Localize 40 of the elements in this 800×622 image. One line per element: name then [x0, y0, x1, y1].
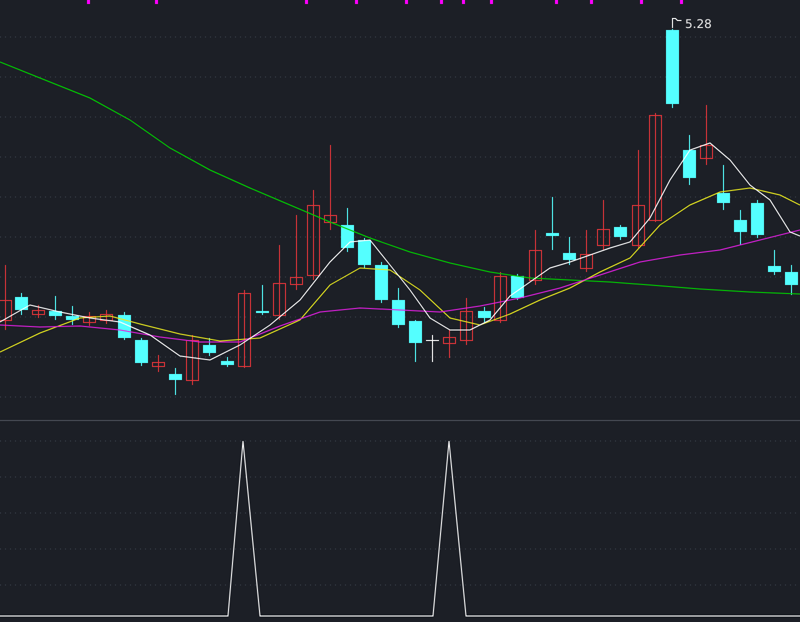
candlestick	[768, 250, 781, 276]
candlestick	[460, 298, 473, 346]
candlestick	[494, 272, 507, 324]
candlestick	[478, 306, 491, 322]
candlestick	[0, 264, 12, 330]
candlestick	[135, 338, 148, 366]
candlestick	[341, 208, 354, 252]
candlestick	[511, 274, 524, 300]
candlestick	[597, 200, 610, 250]
candlestick	[375, 262, 388, 304]
candlestick	[15, 292, 28, 316]
candlestick	[66, 306, 79, 326]
candlestick	[409, 320, 422, 362]
candlestick	[169, 368, 182, 396]
candlestick	[734, 210, 747, 246]
candlestick	[546, 196, 559, 250]
candlestick	[614, 224, 627, 240]
candlestick	[443, 330, 456, 358]
candlestick	[426, 334, 439, 362]
candlestick	[100, 310, 113, 324]
candlestick	[785, 264, 798, 296]
candlestick	[751, 200, 764, 238]
candlestick	[529, 230, 542, 286]
candlestick	[152, 354, 165, 372]
candlestick	[256, 284, 269, 316]
candlestick	[580, 230, 593, 272]
candlestick	[83, 312, 96, 326]
candlestick	[683, 134, 696, 186]
candlestick	[358, 238, 371, 268]
candlestick	[563, 236, 576, 266]
price-label: 5.28	[685, 17, 712, 31]
candlestick	[392, 288, 405, 328]
candlestick	[203, 338, 216, 356]
candlestick	[49, 296, 62, 320]
flag-icon	[672, 18, 682, 28]
candlestick	[32, 304, 45, 318]
candlestick	[700, 104, 713, 166]
candlestick	[186, 334, 199, 386]
candlestick	[717, 164, 730, 210]
candlestick	[221, 356, 234, 368]
